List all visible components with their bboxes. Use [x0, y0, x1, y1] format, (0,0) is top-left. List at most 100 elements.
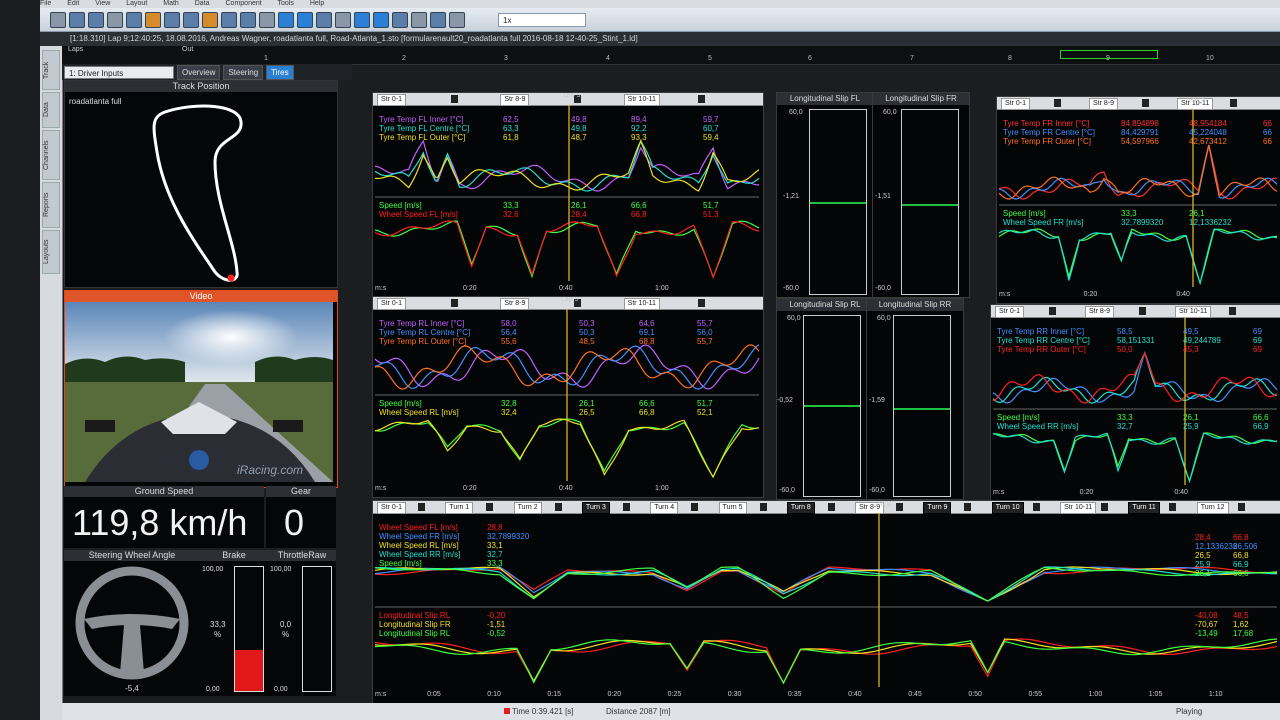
legend-lower-right-value: 17,68	[1233, 629, 1254, 638]
settings-icon[interactable]	[259, 11, 275, 28]
legend-lower-value: 66,9	[1253, 422, 1269, 431]
lap-6[interactable]: 6	[808, 55, 812, 62]
lap-1[interactable]: 1	[264, 55, 268, 62]
lap-4[interactable]: 4	[606, 55, 610, 62]
sync-icon[interactable]	[449, 11, 465, 28]
table-icon[interactable]	[183, 11, 199, 28]
x-axis-tick: 0:40	[559, 285, 573, 292]
info-icon[interactable]	[278, 11, 294, 28]
grid-icon[interactable]	[221, 11, 237, 28]
graph-tyre-fr[interactable]: Str 0-1Str 8-9Str 10-11Lap 9140130120110…	[996, 96, 1280, 304]
lap-10[interactable]: 10	[1206, 55, 1214, 62]
status-time: Time 0:39.421 [s]	[512, 707, 574, 716]
legend-upper-value: 49,5	[1183, 327, 1199, 336]
tab-steering[interactable]: Steering	[223, 64, 264, 80]
legend-lower-right-value: -13,49	[1195, 629, 1218, 638]
menu-tools[interactable]: Tools	[278, 0, 294, 7]
gear-panel: Gear 0	[266, 486, 336, 548]
marker-icon[interactable]	[430, 11, 446, 28]
open-icon[interactable]	[69, 11, 85, 28]
layout-icon[interactable]	[145, 11, 161, 28]
zoom-select[interactable]: 1x	[498, 12, 586, 27]
pan-icon[interactable]	[335, 11, 351, 28]
lap-out[interactable]: Out	[182, 46, 193, 53]
menu-view[interactable]: View	[95, 0, 110, 7]
lap-7[interactable]: 7	[910, 55, 914, 62]
lap-8[interactable]: 8	[1008, 55, 1012, 62]
legend-upper-value: 61,8	[503, 133, 519, 142]
onboard-video[interactable]: iRacing.com	[65, 302, 333, 482]
slip-fr-bottom: -60,0	[875, 285, 891, 292]
graph-tyre-fl[interactable]: Str 0-1Str 8-9Str 10-11Lap 9120110100908…	[372, 92, 764, 298]
legend-lower-value: 52,1	[697, 408, 713, 417]
track-map[interactable]	[65, 92, 337, 287]
legend-upper-value: 62,5	[503, 115, 519, 124]
undo-icon[interactable]	[107, 11, 123, 28]
prev-lap-icon[interactable]	[354, 11, 370, 28]
menu-file[interactable]: File	[40, 0, 51, 7]
tab-reports[interactable]: Reports	[42, 182, 60, 228]
lap-ruler[interactable]: Laps Out 1 2 3 4 5 6 7 8 9 10	[62, 46, 1280, 65]
legend-lower-value: 26,1	[1189, 209, 1205, 218]
legend-lower-value: 28,4	[571, 210, 587, 219]
menu-math[interactable]: Math	[163, 0, 179, 7]
menu-edit[interactable]: Edit	[67, 0, 79, 7]
tab-overview[interactable]: Overview	[177, 64, 221, 80]
slip-rr-panel: Longitudinal Slip RR 60,0 -1,59 -60,0	[866, 298, 964, 500]
ground-speed-title: Ground Speed	[64, 486, 264, 497]
legend-lower-label: Wheel Speed RL [m/s]	[379, 408, 459, 417]
legend-upper-value: 49,8	[571, 124, 587, 133]
legend-upper-value: 69	[1253, 327, 1262, 336]
print-icon[interactable]	[126, 11, 142, 28]
status-bar: Time 0:39.421 [s] Distance 2087 [m] Play…	[62, 703, 1280, 720]
graph-tyre-rr[interactable]: Str 0-1Str 8-9Str 10-11Lap 9120110100908…	[990, 304, 1280, 502]
lap-3[interactable]: 3	[504, 55, 508, 62]
measure-icon[interactable]	[411, 11, 427, 28]
legend-upper-value: 60,7	[703, 124, 719, 133]
telemetry-app: File Edit View Layout Math Data Componen…	[0, 0, 1280, 720]
brake-scale-top: 100,00	[202, 566, 224, 573]
next-lap-icon[interactable]	[373, 11, 389, 28]
legend-upper-value: 49,8	[571, 115, 587, 124]
legend-upper-value: 28,8	[487, 523, 503, 532]
legend-upper-value: 59,7	[703, 115, 719, 124]
tab-channels[interactable]: Channels	[42, 130, 60, 180]
lap-5[interactable]: 5	[708, 55, 712, 62]
legend-upper-value: 66	[1263, 137, 1272, 146]
scatter-icon[interactable]	[240, 11, 256, 28]
lap-2[interactable]: 2	[402, 55, 406, 62]
trace-upper	[374, 139, 760, 192]
x-axis-tick: 0:20	[1079, 489, 1094, 496]
save-icon[interactable]	[88, 11, 104, 28]
legend-upper-label: Tyre Temp RR Centre [°C]	[997, 336, 1090, 345]
tab-data[interactable]: Data	[42, 92, 60, 128]
zoom-icon[interactable]	[316, 11, 332, 28]
menu-component[interactable]: Component	[226, 0, 262, 7]
overlay-icon[interactable]	[392, 11, 408, 28]
cursor-icon[interactable]	[297, 11, 313, 28]
graph-icon[interactable]	[164, 11, 180, 28]
menu-help[interactable]: Help	[310, 0, 324, 7]
driver-select[interactable]: 1: Driver Inputs	[64, 65, 174, 79]
slip-fr-title: Longitudinal Slip FR	[873, 93, 969, 105]
menu-layout[interactable]: Layout	[126, 0, 147, 7]
tab-track[interactable]: Track	[42, 50, 60, 90]
new-icon[interactable]	[50, 11, 66, 28]
report-icon[interactable]	[202, 11, 218, 28]
tab-tires[interactable]: Tires	[266, 64, 294, 80]
x-axis-tick: 0:40	[848, 691, 862, 698]
legend-upper-value: 42,673412	[1189, 137, 1227, 146]
legend-upper-right-value: 26,1	[1195, 569, 1211, 578]
file-info-bar: [1:18.310] Lap 9;12:40:25, 18.08.2016, A…	[40, 32, 1280, 46]
trace-upper	[998, 144, 1278, 200]
legend-upper-right-value: 66,506	[1233, 542, 1258, 551]
slip-rr-mid: -1,59	[869, 397, 885, 404]
tab-layouts[interactable]: Layouts	[42, 230, 60, 274]
legend-upper-label: Wheel Speed RL [m/s]	[379, 541, 459, 550]
legend-lower-label: Longitudinal Slip RL	[379, 611, 451, 620]
graph-wheel-speed-slip[interactable]: Str 0-1 Turn 1 Turn 2 Turn 3 Turn 4 Turn 5 Tur…	[372, 500, 1280, 704]
graph-tyre-rl[interactable]: Str 0-1Str 8-9Str 10-11Lap 9120110100908…	[372, 296, 764, 498]
video-panel: Video iRacing.com	[64, 290, 338, 488]
menu-data[interactable]: Data	[195, 0, 210, 7]
x-axis-unit: m:s	[999, 291, 1011, 298]
